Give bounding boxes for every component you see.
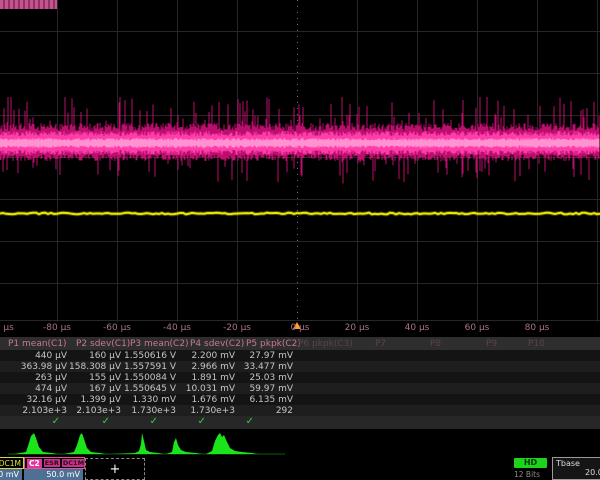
histicon-p4[interactable]	[166, 438, 202, 454]
footer-bar: DC1M 10.0 mV C2 ESR DC1M 50.0 mV + HD 12…	[0, 457, 600, 480]
measurement-p5[interactable]: P5 pkpk(C2)	[246, 339, 301, 349]
cell: 32.16 µV	[26, 395, 67, 405]
cell: 1.399 µV	[80, 395, 121, 405]
axis-tick-label: 60 µs	[465, 323, 490, 333]
axis-tick-label: 80 µs	[525, 323, 550, 333]
axis-tick-label: -80 µs	[43, 323, 71, 333]
axis-tick-label: -20 µs	[223, 323, 251, 333]
cell: 1.676 mV	[191, 395, 235, 405]
cell: 1.550645 V	[124, 384, 176, 394]
axis-tick-label: -100 µs	[0, 323, 14, 333]
waveform-display[interactable]	[0, 0, 600, 322]
top-left-trace-badge	[0, 0, 57, 9]
cell: 2.103e+3	[76, 406, 121, 416]
measurement-p10[interactable]: P10	[528, 339, 545, 349]
cell: 1.330 mV	[132, 395, 176, 405]
timebase-axis: -100 µs -80 µs -60 µs -40 µs -20 µs 0 µs…	[0, 320, 600, 337]
table-row-num: 2.103e+3 2.103e+3 1.730e+3 1.730e+3 292	[0, 405, 600, 416]
cell: 155 µV	[89, 373, 121, 383]
cell: 25.03 mV	[249, 373, 293, 383]
measurement-p1[interactable]: P1 mean(C1)	[8, 339, 67, 349]
axis-tick-label: -60 µs	[103, 323, 131, 333]
channel-c2-descriptor[interactable]: C2 ESR DC1M	[24, 457, 85, 469]
measurement-p8[interactable]: P8	[430, 339, 441, 349]
cell: 33.477 mV	[244, 362, 293, 372]
c2-esr-badge: ESR	[44, 459, 60, 467]
measurement-p9[interactable]: P9	[486, 339, 497, 349]
cell: 1.730e+3	[131, 406, 176, 416]
measurement-histicons[interactable]	[0, 429, 300, 457]
measurement-header-row: P1 mean(C1) P2 sdev(C1) P3 mean(C2) P4 s…	[0, 337, 600, 350]
hd-mode-badge[interactable]: HD	[514, 458, 547, 468]
cell: 1.550084 V	[124, 373, 176, 383]
c1-scale-text: 10.0 mV	[0, 470, 19, 479]
measurement-p4[interactable]: P4 sdev(C2)	[190, 339, 244, 349]
status-check-icon: ✓	[198, 416, 206, 427]
c2-scale-text: 50.0 mV	[46, 470, 80, 479]
status-check-icon: ✓	[246, 416, 254, 427]
table-row-status: ✓ ✓ ✓ ✓ ✓	[0, 416, 600, 429]
axis-tick-label: 20 µs	[345, 323, 370, 333]
timebase-descriptor[interactable]: Tbase 20.0 µs	[552, 457, 600, 480]
cell: 474 µV	[35, 384, 67, 394]
cell: 59.97 mV	[249, 384, 293, 394]
cell: 2.966 mV	[191, 362, 235, 372]
cell: 263 µV	[35, 373, 67, 383]
axis-tick-label: 40 µs	[405, 323, 430, 333]
cell: 1.557591 V	[124, 362, 176, 372]
c2-label: C2	[27, 459, 42, 468]
measurement-p7[interactable]: P7	[375, 339, 386, 349]
measurement-table: P1 mean(C1) P2 sdev(C1) P3 mean(C2) P4 s…	[0, 337, 600, 429]
axis-tick-label: -40 µs	[163, 323, 191, 333]
cell: 2.200 mV	[191, 351, 235, 361]
status-check-icon: ✓	[150, 416, 158, 427]
measurement-p3[interactable]: P3 mean(C2)	[130, 339, 189, 349]
histicon-p1[interactable]	[14, 433, 58, 454]
cell: 1.891 mV	[191, 373, 235, 383]
measurement-p2[interactable]: P2 sdev(C1)	[76, 339, 130, 349]
axis-tick-label: 0 µs	[290, 323, 309, 333]
cell: 2.103e+3	[22, 406, 67, 416]
timebase-value: 20.0 µs	[553, 468, 600, 477]
plus-icon: +	[110, 462, 121, 477]
c2-scale-value[interactable]: 50.0 mV	[24, 469, 83, 480]
channel-c1-descriptor[interactable]: DC1M	[0, 457, 24, 469]
histicon-p2[interactable]	[64, 433, 106, 454]
histicon-p5[interactable]	[206, 433, 258, 454]
table-row-sdev: 32.16 µV 1.399 µV 1.330 mV 1.676 mV 6.13…	[0, 394, 600, 405]
measurement-p6[interactable]: P6 pkpk(C3)	[298, 339, 353, 349]
hd-bits-label: 12 Bits	[514, 470, 540, 479]
cell: 1.550616 V	[124, 351, 176, 361]
table-row-min: 263 µV 155 µV 1.550084 V 1.891 mV 25.03 …	[0, 372, 600, 383]
cell: 440 µV	[35, 351, 67, 361]
status-check-icon: ✓	[52, 416, 60, 427]
cell: 6.135 mV	[249, 395, 293, 405]
cell: 27.97 mV	[249, 351, 293, 361]
cell: 158.308 µV	[69, 362, 121, 372]
c1-coupling-label: DC1M	[0, 459, 21, 468]
table-row-max: 474 µV 167 µV 1.550645 V 10.031 mV 59.97…	[0, 383, 600, 394]
oscilloscope-screen: -100 µs -80 µs -60 µs -40 µs -20 µs 0 µs…	[0, 0, 600, 480]
c2-coupling-badge: DC1M	[62, 459, 85, 467]
waveform-traces	[0, 0, 600, 322]
histicon-p3[interactable]	[112, 433, 164, 454]
cell: 292	[276, 406, 293, 416]
status-check-icon: ✓	[102, 416, 110, 427]
timebase-label: Tbase	[553, 458, 600, 468]
table-row-mean: 363.98 µV 158.308 µV 1.557591 V 2.966 mV…	[0, 361, 600, 372]
cell: 10.031 mV	[186, 384, 235, 394]
cell: 363.98 µV	[21, 362, 67, 372]
table-row-value: 440 µV 160 µV 1.550616 V 2.200 mV 27.97 …	[0, 350, 600, 361]
add-trace-button[interactable]: +	[85, 458, 145, 480]
cell: 160 µV	[89, 351, 121, 361]
cell: 167 µV	[89, 384, 121, 394]
cell: 1.730e+3	[190, 406, 235, 416]
c1-scale-value[interactable]: 10.0 mV	[0, 469, 22, 480]
